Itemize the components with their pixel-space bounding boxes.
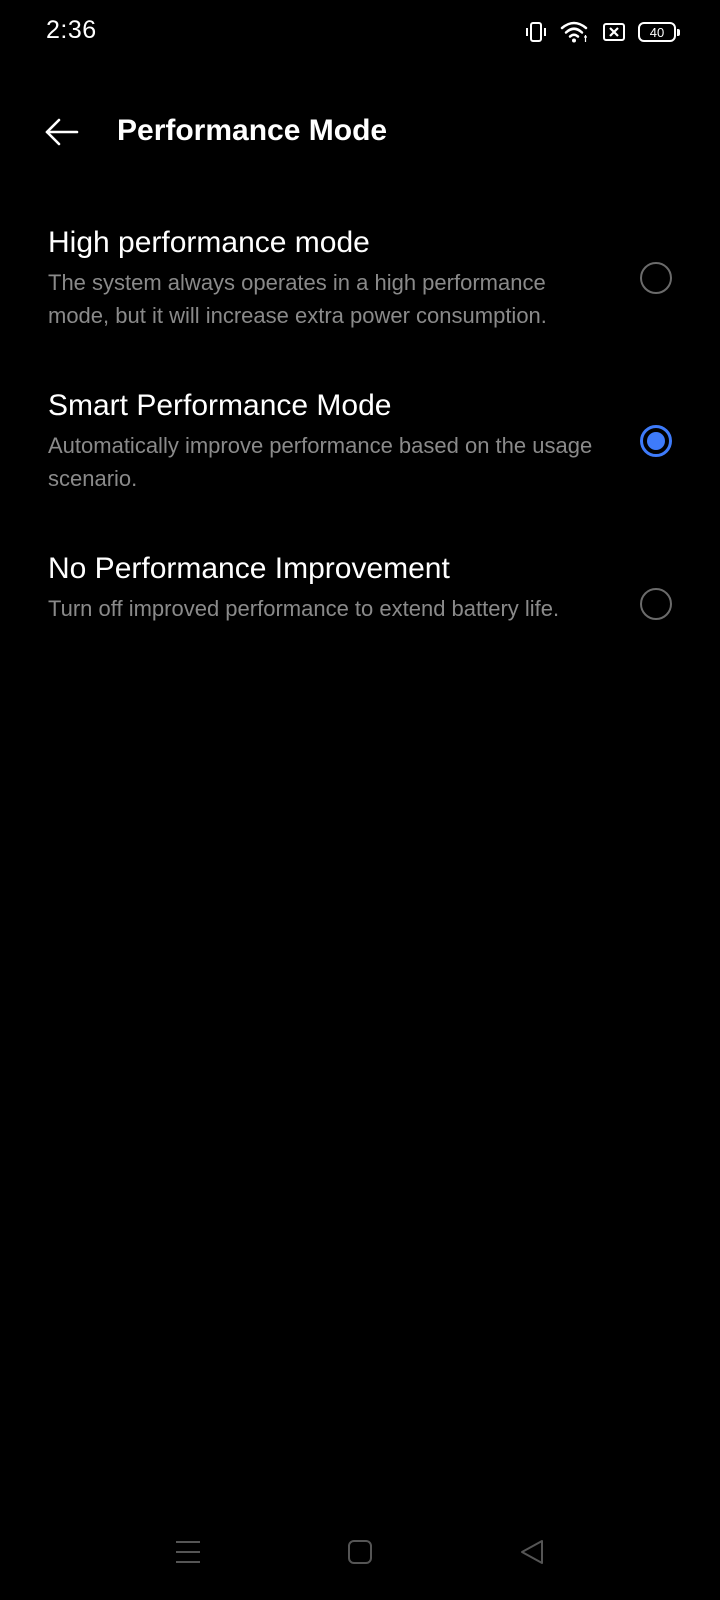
battery-level: 40 — [649, 24, 665, 40]
back-nav-button[interactable] — [508, 1534, 556, 1574]
header: Performance Mode — [0, 100, 720, 168]
status-time: 2:36 — [46, 16, 97, 44]
status-icons: 40 — [524, 18, 680, 46]
option-description: Automatically improve performance based … — [48, 433, 593, 491]
arrow-left-icon — [44, 118, 80, 151]
home-icon — [347, 1539, 373, 1570]
radio-button-unselected[interactable] — [640, 588, 672, 620]
back-triangle-icon — [519, 1538, 545, 1571]
radio-button-selected[interactable] — [640, 425, 672, 457]
recent-apps-button[interactable] — [164, 1534, 212, 1574]
navigation-bar — [0, 1520, 720, 1590]
option-title: Smart Performance Mode — [48, 389, 392, 422]
wifi-icon — [560, 20, 590, 44]
status-bar: 2:36 40 — [0, 0, 720, 64]
back-button[interactable] — [34, 110, 90, 158]
option-smart-performance[interactable]: Smart Performance Mode Automatically imp… — [0, 373, 720, 536]
option-no-performance-improvement[interactable]: No Performance Improvement Turn off impr… — [0, 536, 720, 699]
menu-icon — [174, 1539, 202, 1570]
option-title: No Performance Improvement — [48, 552, 450, 585]
option-description: Turn off improved performance to extend … — [48, 596, 560, 621]
performance-options: High performance mode The system always … — [0, 210, 720, 699]
option-description: The system always operates in a high per… — [48, 270, 547, 328]
page-title: Performance Mode — [117, 114, 388, 147]
home-button[interactable] — [336, 1534, 384, 1574]
option-high-performance[interactable]: High performance mode The system always … — [0, 210, 720, 373]
no-sim-icon — [602, 21, 626, 43]
radio-button-unselected[interactable] — [640, 262, 672, 294]
vibrate-icon — [524, 20, 548, 44]
option-title: High performance mode — [48, 226, 370, 259]
battery-icon: 40 — [638, 22, 680, 42]
